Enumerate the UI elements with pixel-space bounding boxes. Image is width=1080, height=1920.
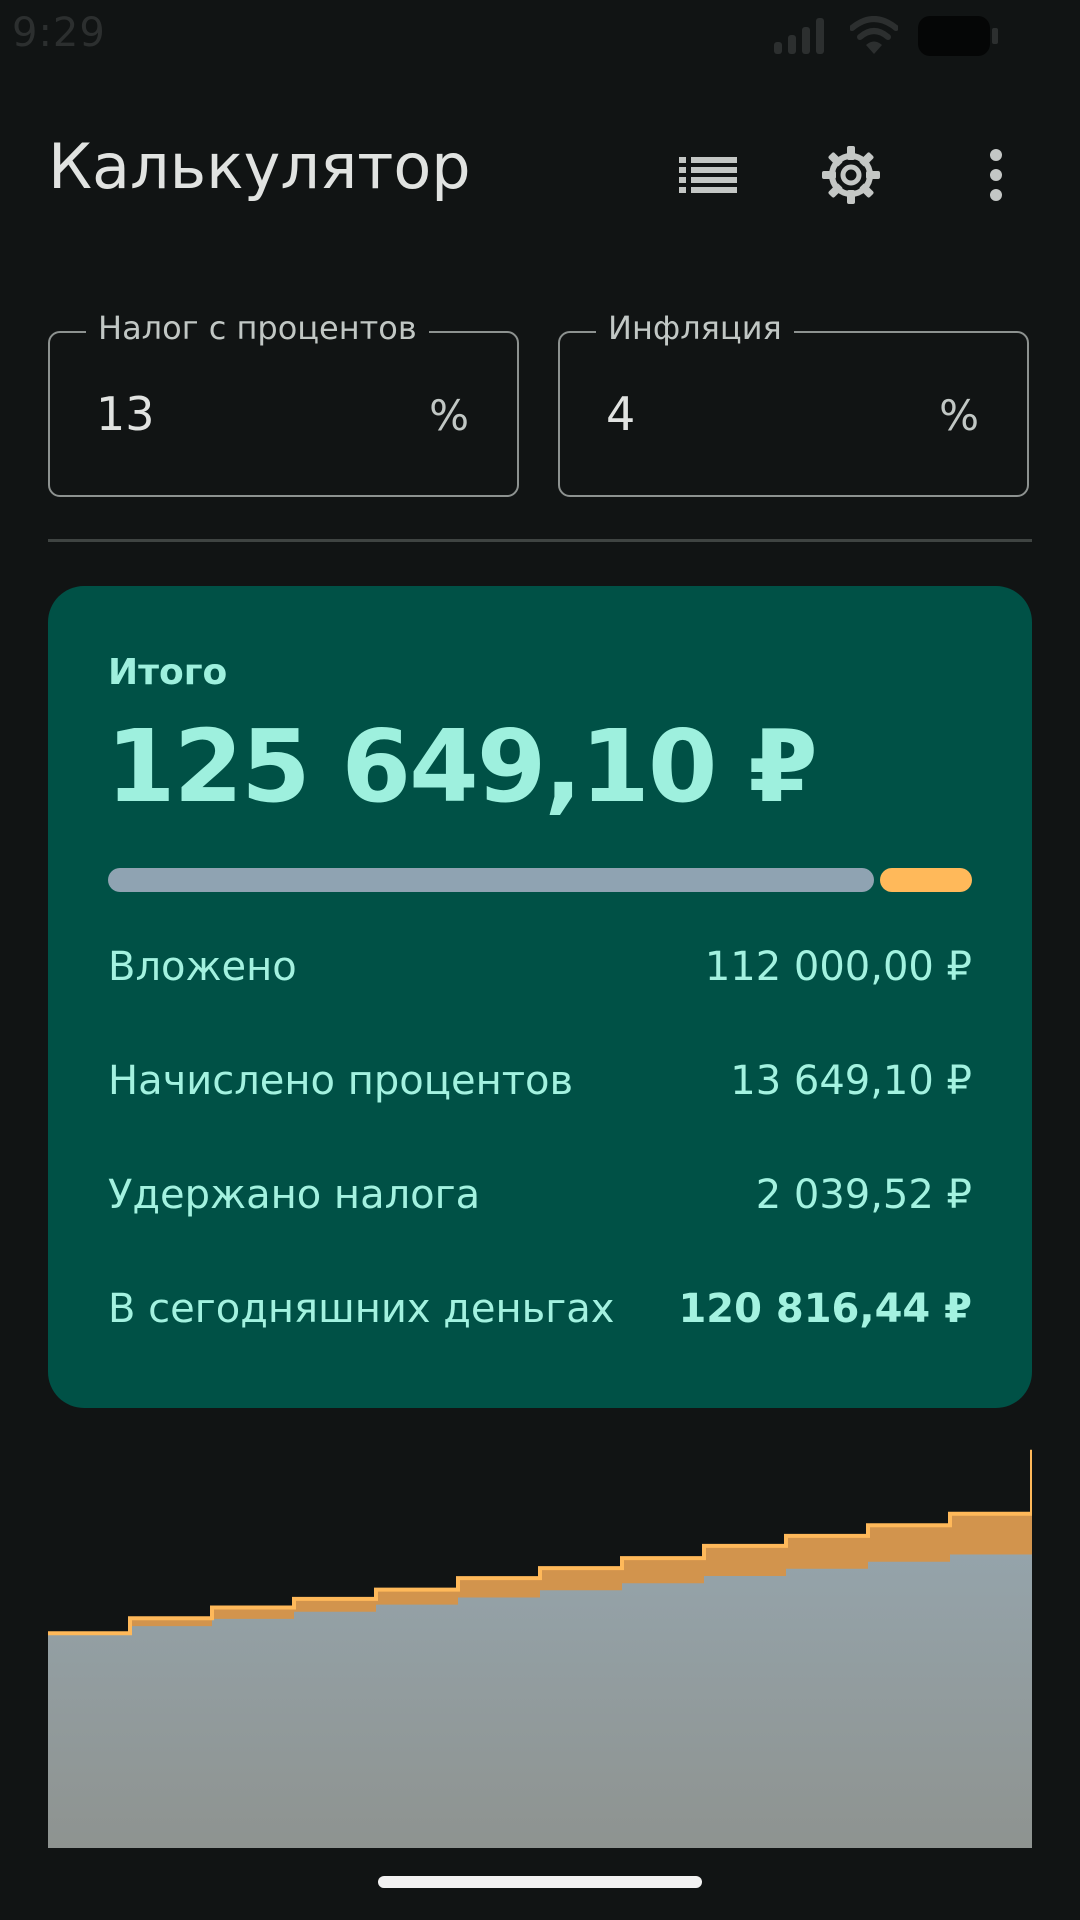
tax-withheld-row: Удержано налога 2 039,52 ₽ — [108, 1172, 972, 1232]
battery-icon — [918, 16, 998, 56]
inflation-field[interactable]: Инфляция 4 % — [558, 309, 1029, 497]
tax-withheld-label: Удержано налога — [108, 1172, 481, 1218]
total-label: Итого — [108, 652, 228, 693]
interest-row: Начислено процентов 13 649,10 ₽ — [108, 1058, 972, 1118]
signal-icon — [774, 18, 824, 54]
home-indicator[interactable] — [378, 1876, 702, 1888]
more-options-button[interactable] — [961, 140, 1031, 210]
summary-card: Итого 125 649,10 ₽ Вложено 112 000,00 ₽ … — [48, 586, 1032, 1408]
settings-button[interactable] — [816, 140, 886, 210]
interest-value: 13 649,10 ₽ — [730, 1058, 972, 1104]
more-vert-icon — [990, 149, 1002, 201]
wifi-icon — [850, 16, 898, 54]
history-button[interactable] — [673, 140, 743, 210]
settings-icon — [822, 146, 880, 204]
top-app-bar: Калькулятор — [0, 110, 1080, 220]
tax-field-value[interactable]: 13 — [96, 387, 155, 441]
inflation-field-label: Инфляция — [596, 309, 794, 347]
list-icon — [679, 157, 737, 193]
page-title: Калькулятор — [48, 130, 471, 203]
composition-progress-bar — [108, 868, 972, 892]
tax-field-suffix: % — [429, 391, 469, 440]
invested-value: 112 000,00 ₽ — [704, 944, 972, 990]
divider — [48, 539, 1032, 542]
interest-progress-segment — [880, 868, 972, 892]
tax-withheld-value: 2 039,52 ₽ — [755, 1172, 972, 1218]
growth-chart — [48, 1449, 1032, 1848]
present-value-value: 120 816,44 ₽ — [678, 1286, 972, 1332]
tax-field-label: Налог с процентов — [86, 309, 429, 347]
tax-field[interactable]: Налог с процентов 13 % — [48, 309, 519, 497]
invested-area — [48, 1547, 1032, 1848]
interest-label: Начислено процентов — [108, 1058, 574, 1104]
screen: 9:29 Калькулятор Налог с процентов 13 % … — [0, 0, 1080, 1920]
invested-row: Вложено 112 000,00 ₽ — [108, 944, 972, 1004]
inflation-field-suffix: % — [939, 391, 979, 440]
invested-progress-segment — [108, 868, 874, 892]
invested-label: Вложено — [108, 944, 297, 990]
status-time: 9:29 — [12, 10, 106, 56]
present-value-row: В сегодняшних деньгах 120 816,44 ₽ — [108, 1286, 972, 1346]
present-value-label: В сегодняшних деньгах — [108, 1286, 615, 1332]
inflation-field-value[interactable]: 4 — [606, 387, 635, 441]
status-bar: 9:29 — [0, 0, 1080, 70]
total-value: 125 649,10 ₽ — [106, 708, 818, 825]
status-icons — [772, 14, 1000, 58]
